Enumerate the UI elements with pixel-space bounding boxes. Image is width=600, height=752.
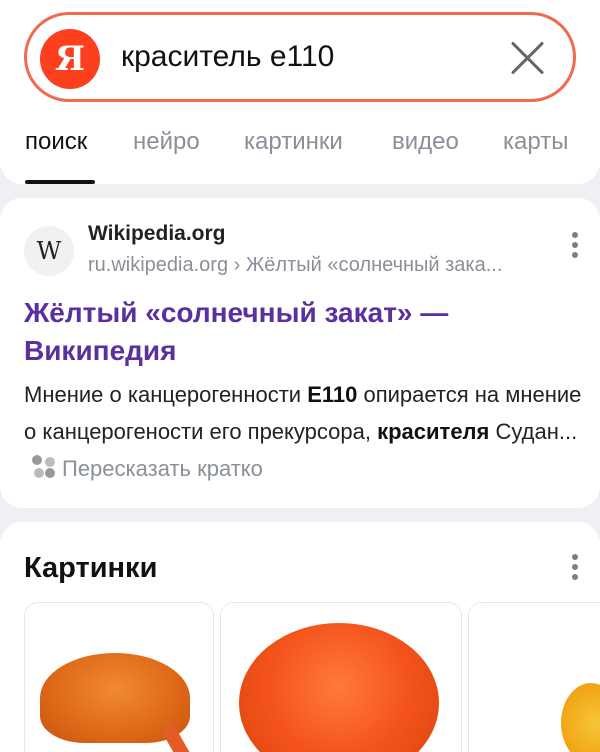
more-vertical-icon[interactable]	[572, 232, 578, 258]
search-input[interactable]: краситель е110	[121, 37, 334, 77]
search-bar[interactable]: Я краситель е110	[24, 12, 576, 102]
retell-button[interactable]: Пересказать кратко	[24, 455, 263, 481]
image-thumbnail[interactable]	[24, 602, 214, 752]
yandex-logo-icon[interactable]: Я	[40, 29, 100, 89]
tab-search[interactable]: поиск	[25, 126, 87, 158]
site-name[interactable]: Wikipedia.org	[88, 222, 226, 246]
more-vertical-icon[interactable]	[572, 554, 578, 580]
tab-neuro[interactable]: нейро	[133, 126, 200, 158]
close-icon[interactable]	[509, 39, 547, 77]
active-tab-indicator	[25, 180, 95, 184]
snippet-highlight: Е110	[307, 382, 358, 407]
powder-bowl-image	[239, 623, 439, 752]
wikipedia-icon: W	[24, 226, 74, 276]
snippet-text: Мнение о канцерогенности	[24, 382, 308, 407]
tab-images[interactable]: картинки	[244, 126, 343, 158]
retell-icon	[32, 455, 56, 479]
image-thumbnail[interactable]	[468, 602, 600, 752]
tab-maps[interactable]: карты	[503, 126, 568, 158]
search-tabs: поиск нейро картинки видео карты	[0, 126, 600, 166]
image-thumbnail[interactable]	[220, 602, 462, 752]
images-card: Картинки	[0, 522, 600, 752]
snippet-text: Судан...	[489, 419, 578, 444]
tab-video[interactable]: видео	[392, 126, 459, 158]
yellow-powder-image	[561, 683, 600, 752]
result-snippet: Мнение о канцерогенности Е110 опирается …	[24, 376, 584, 487]
header: Я краситель е110 поиск нейро картинки ви…	[0, 0, 600, 184]
images-section-title: Картинки	[24, 552, 158, 584]
snippet-highlight: красителя	[377, 419, 490, 444]
retell-label: Пересказать кратко	[62, 456, 263, 481]
search-result-card: W Wikipedia.org ru.wikipedia.org › Жёлты…	[0, 198, 600, 508]
result-title-link[interactable]: Жёлтый «солнечный закат» — Википедия	[24, 294, 544, 370]
breadcrumb[interactable]: ru.wikipedia.org › Жёлтый «солнечный зак…	[88, 254, 502, 277]
